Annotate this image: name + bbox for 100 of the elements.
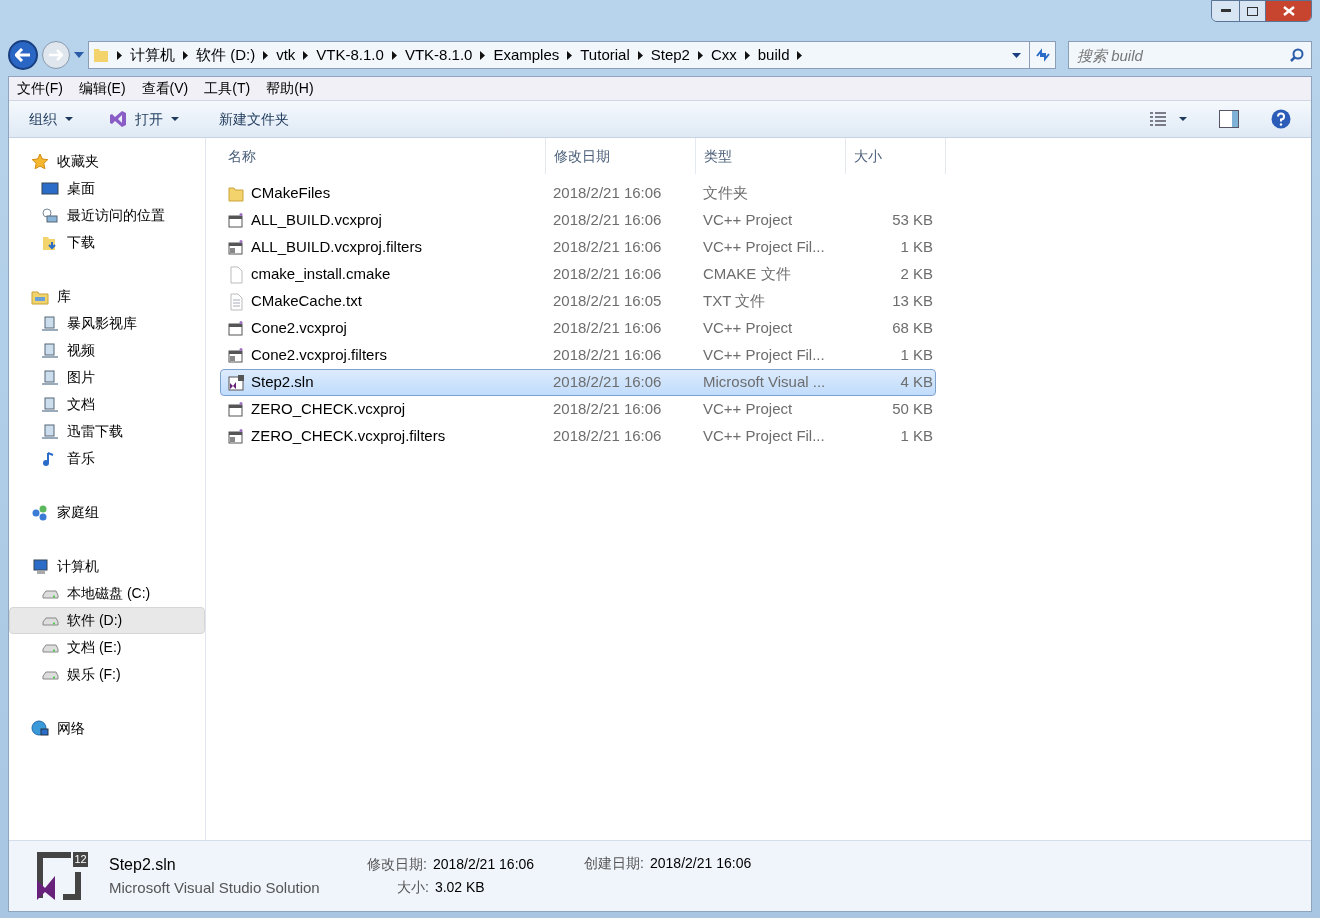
file-size: 4 KB — [900, 372, 933, 393]
nav-item[interactable]: 下载 — [9, 229, 205, 256]
modified-date: 2018/2/21 16:06 — [553, 265, 662, 283]
file-row[interactable]: ALL_BUILD.vcxproj 2018/2/21 16:06 VC++ Project 53 KB — [220, 207, 936, 234]
nav-item[interactable]: 暴风影视库 — [9, 310, 205, 337]
nav-item[interactable]: 收藏夹 — [9, 148, 205, 175]
file-row[interactable]: ZERO_CHECK.vcxproj 2018/2/21 16:06 VC++ Project 50 KB — [220, 396, 936, 423]
dropdown-caret-icon[interactable] — [1012, 52, 1021, 58]
nav-item[interactable]: 音乐 — [9, 445, 205, 472]
file-size: 53 KB — [892, 210, 933, 231]
modified-date: 2018/2/21 16:06 — [553, 346, 662, 364]
network-icon — [31, 719, 49, 738]
breadcrumb-item[interactable]: Examples — [493, 43, 560, 67]
nav-item[interactable]: 迅雷下载 — [9, 418, 205, 445]
back-arrow-icon — [15, 48, 31, 62]
organize-button[interactable]: 组织 — [29, 108, 73, 130]
details-file-type: Microsoft Visual Studio Solution — [109, 877, 321, 898]
chevron-icon — [480, 50, 486, 60]
minimize-button[interactable] — [1212, 1, 1239, 21]
modified-date: 2018/2/21 16:06 — [553, 238, 662, 256]
recent-places-icon — [41, 206, 59, 225]
open-button[interactable]: 打开 — [109, 108, 179, 130]
file-type: 文件夹 — [703, 184, 748, 202]
help-icon[interactable] — [1271, 109, 1291, 129]
preview-pane-icon[interactable] — [1219, 110, 1239, 128]
file-name: ALL_BUILD.vcxproj.filters — [251, 237, 422, 258]
view-list-icon[interactable] — [1149, 111, 1167, 127]
nav-item[interactable]: 本地磁盘 (C:) — [9, 580, 205, 607]
nav-item[interactable]: 文档 (E:) — [9, 634, 205, 661]
file-name: CMakeFiles — [251, 183, 331, 204]
modified-date: 2018/2/21 16:06 — [553, 211, 662, 229]
caret-icon[interactable] — [1179, 117, 1187, 121]
address-bar[interactable]: 计算机 软件 (D:) vtk VTK-8.1.0 VTK-8.1.0 Examples Tutorial Step2 Cxx build — [88, 41, 1056, 69]
maximize-icon — [1247, 6, 1258, 16]
chevron-icon — [567, 50, 573, 60]
close-icon — [1282, 6, 1295, 16]
breadcrumb-item[interactable]: build — [757, 43, 790, 67]
column-header[interactable]: 修改日期 — [546, 138, 696, 174]
file-row[interactable]: ALL_BUILD.vcxproj.filters 2018/2/21 16:06 VC++ Project Fil... 1 KB — [220, 234, 936, 261]
file-name: Step2.sln — [251, 372, 314, 393]
file-row[interactable]: Cone2.vcxproj 2018/2/21 16:06 VC++ Project 68 KB — [220, 315, 936, 342]
breadcrumb-item[interactable]: Cxx — [710, 43, 737, 67]
column-header[interactable]: 名称 — [220, 138, 546, 174]
file-size: 1 KB — [900, 237, 933, 258]
menu-item[interactable]: 工具(T) — [204, 78, 251, 99]
nav-item[interactable]: 图片 — [9, 364, 205, 391]
nav-item[interactable]: 桌面 — [9, 175, 205, 202]
history-dropdown-icon[interactable] — [74, 52, 84, 58]
minimize-icon — [1220, 9, 1231, 13]
file-row[interactable]: CMakeFiles 2018/2/21 16:06 文件夹 — [220, 180, 936, 207]
field-value: 2018/2/21 16:06 — [432, 855, 535, 874]
nav-item[interactable]: 视频 — [9, 337, 205, 364]
menu-item[interactable]: 查看(V) — [141, 78, 189, 99]
nav-item[interactable]: 计算机 — [9, 553, 205, 580]
file-size: 1 KB — [900, 345, 933, 366]
file-row[interactable]: CMakeCache.txt 2018/2/21 16:05 TXT 文件 13 KB — [220, 288, 936, 315]
menu-item[interactable]: 帮助(H) — [266, 78, 314, 99]
nav-item[interactable]: 娱乐 (F:) — [9, 661, 205, 688]
nav-item[interactable]: 文档 — [9, 391, 205, 418]
file-type: VC++ Project Fil... — [703, 427, 825, 445]
breadcrumb-item[interactable]: VTK-8.1.0 — [404, 43, 473, 67]
nav-item[interactable]: 家庭组 — [9, 499, 205, 526]
file-size: 68 KB — [892, 318, 933, 339]
file-row[interactable]: cmake_install.cmake 2018/2/21 16:06 CMAKE 文件 2 KB — [220, 261, 936, 288]
library-item-icon — [41, 395, 59, 414]
breadcrumb-item[interactable]: Tutorial — [580, 43, 630, 67]
maximize-button[interactable] — [1239, 1, 1265, 21]
library-item-icon — [41, 314, 59, 333]
breadcrumb-item[interactable]: Step2 — [650, 43, 690, 67]
file-type: VC++ Project Fil... — [703, 346, 825, 364]
back-button[interactable] — [8, 40, 38, 70]
column-header[interactable]: 类型 — [696, 138, 846, 174]
nav-item[interactable]: 网络 — [9, 715, 205, 742]
chevron-icon — [303, 50, 309, 60]
nav-item[interactable]: 软件 (D:) — [9, 607, 205, 634]
column-header[interactable]: 大小 — [846, 138, 946, 174]
nav-item[interactable]: 库 — [9, 283, 205, 310]
file-row[interactable]: Step2.sln 2018/2/21 16:06 Microsoft Visual ... 4 KB — [220, 369, 936, 396]
file-name: ALL_BUILD.vcxproj — [251, 210, 382, 231]
file-type: TXT 文件 — [703, 292, 766, 310]
project-file-icon — [227, 319, 245, 338]
breadcrumb-item[interactable]: VTK-8.1.0 — [316, 43, 384, 67]
breadcrumb-item[interactable]: 软件 (D:) — [196, 43, 256, 67]
close-button[interactable] — [1265, 1, 1311, 21]
new-folder-button[interactable]: 新建文件夹 — [219, 108, 289, 130]
file-size: 50 KB — [892, 399, 933, 420]
chevron-icon — [744, 50, 750, 60]
caret-icon — [171, 117, 179, 121]
nav-item[interactable]: 最近访问的位置 — [9, 202, 205, 229]
file-size: 1 KB — [900, 426, 933, 447]
folder-icon — [93, 47, 109, 63]
breadcrumb-item[interactable]: 计算机 — [130, 43, 175, 67]
chevron-icon — [263, 50, 269, 60]
menu-item[interactable]: 编辑(E) — [78, 78, 126, 99]
field-value: 2018/2/21 16:06 — [650, 854, 752, 873]
menu-item[interactable]: 文件(F) — [17, 78, 63, 99]
file-row[interactable]: ZERO_CHECK.vcxproj.filters 2018/2/21 16:06 VC++ Project Fil... 1 KB — [220, 423, 936, 450]
search-field[interactable]: 搜索 build — [1068, 41, 1312, 69]
file-row[interactable]: Cone2.vcxproj.filters 2018/2/21 16:06 VC++ Project Fil... 1 KB — [220, 342, 936, 369]
breadcrumb-item[interactable]: vtk — [276, 43, 296, 67]
